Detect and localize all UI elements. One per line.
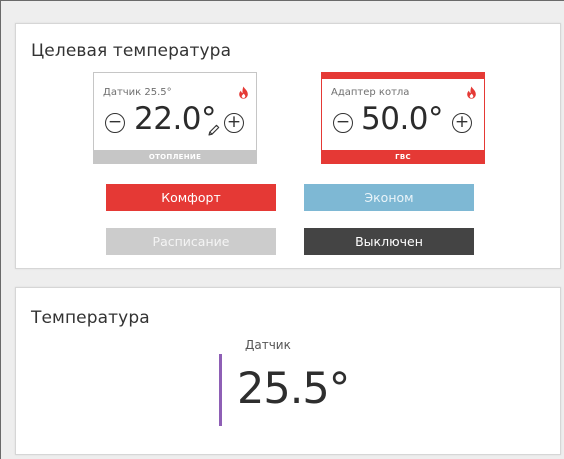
heating-decrease-button[interactable]: − [105, 113, 125, 133]
flame-icon [467, 86, 476, 99]
off-mode-button[interactable]: Выключен [304, 228, 474, 255]
target-temperature-title: Целевая температура [31, 41, 232, 61]
sensor-label: Датчик [245, 338, 291, 352]
comfort-mode-button[interactable]: Комфорт [106, 184, 276, 211]
econom-mode-button[interactable]: Эконом [304, 184, 474, 211]
heating-target-value: 22.0° [134, 101, 217, 137]
heating-footer: ОТОПЛЕНИЕ [93, 150, 257, 164]
dhw-decrease-button[interactable]: − [333, 113, 353, 133]
flame-icon [239, 86, 248, 99]
dhw-footer: ГВС [321, 150, 485, 164]
sensor-accent-bar [219, 354, 222, 426]
dhw-increase-button[interactable]: + [452, 113, 472, 133]
schedule-mode-button[interactable]: Расписание [106, 228, 276, 255]
heating-increase-button[interactable]: + [224, 113, 244, 133]
dhw-sensor-label: Адаптер котла [331, 87, 410, 98]
heating-sensor-label: Датчик 25.5° [103, 87, 172, 98]
heating-tile[interactable]: Датчик 25.5° − 22.0° + ОТОПЛЕНИЕ [93, 72, 257, 164]
temperature-card: Температура Датчик 25.5° [15, 287, 561, 455]
sensor-temperature-value: 25.5° [237, 364, 350, 414]
dhw-tile[interactable]: Адаптер котла − 50.0° + ГВС [321, 72, 485, 164]
dhw-target-value: 50.0° [361, 101, 444, 137]
pencil-icon[interactable] [207, 124, 220, 137]
window-top-border [1, 0, 564, 1]
target-temperature-card: Целевая температура Датчик 25.5° − 22.0°… [15, 23, 561, 269]
dhw-accent-bar [321, 72, 485, 79]
temperature-title: Температура [31, 308, 150, 328]
